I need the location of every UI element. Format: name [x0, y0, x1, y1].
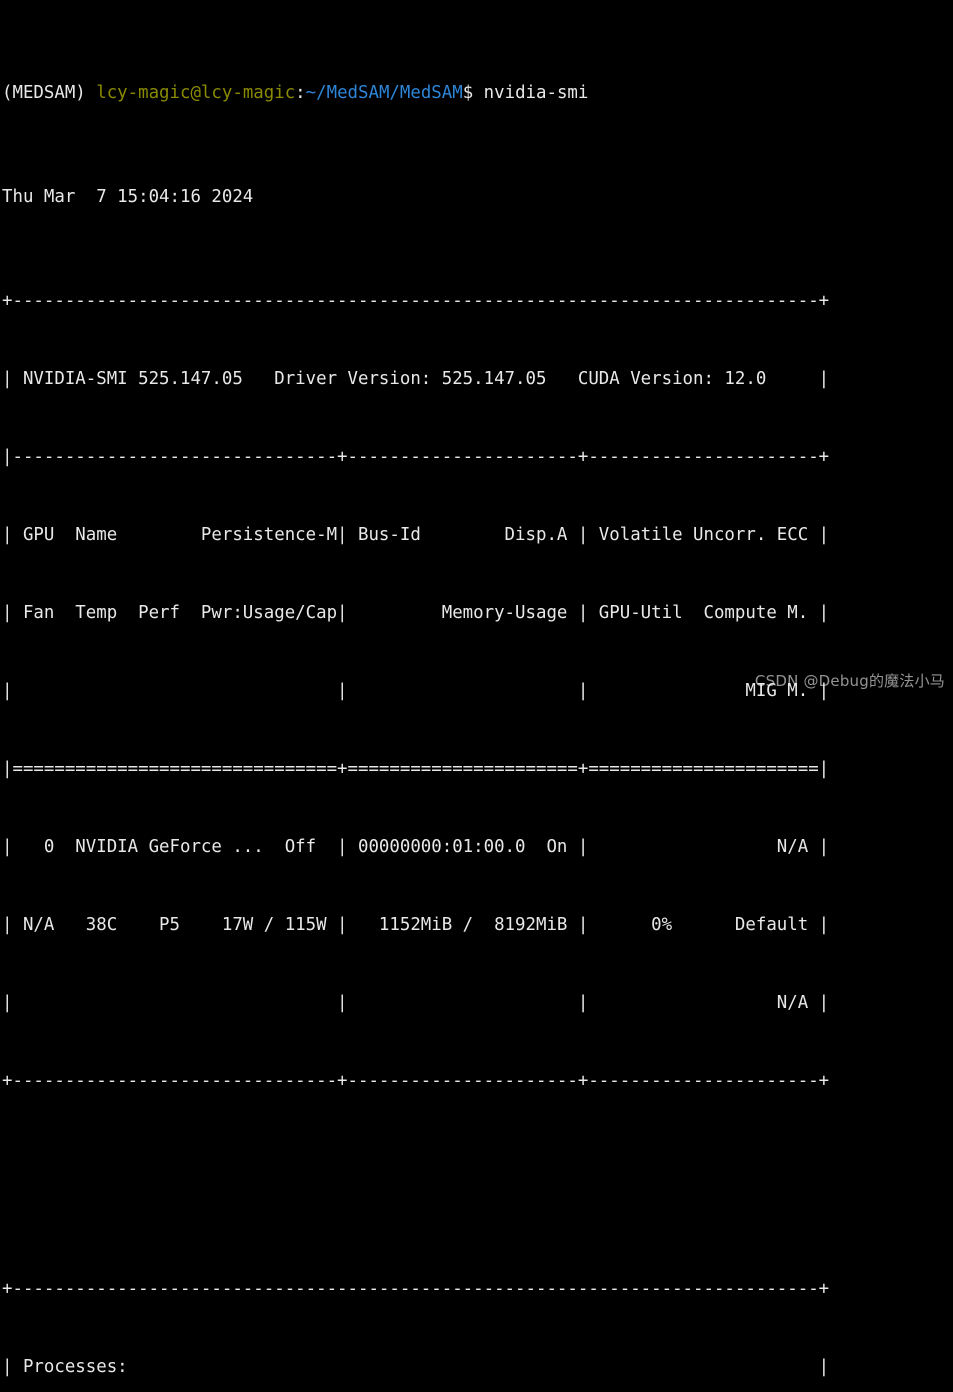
command-text: nvidia-smi	[483, 83, 589, 103]
processes-table-top-border: +---------------------------------------…	[2, 1279, 830, 1299]
prompt-colon: :	[295, 83, 306, 103]
prompt-path: ~/MedSAM/MedSAM	[305, 83, 463, 103]
gpu-row-line-1: | 0 NVIDIA GeForce ... Off | 00000000:01…	[2, 837, 830, 857]
processes-title-line: | Processes: |	[2, 1357, 830, 1377]
gpu-row-line-2: | N/A 38C P5 17W / 115W | 1152MiB / 8192…	[2, 915, 830, 935]
prompt-user-host: lcy-magic@lcy-magic	[96, 83, 296, 103]
smi-version-line: | NVIDIA-SMI 525.147.05 Driver Version: …	[2, 369, 830, 389]
prompt-line: (MEDSAM) lcy-magic@lcy-magic:~/MedSAM/Me…	[2, 80, 953, 106]
gpu-header-row-1: | GPU Name Persistence-M| Bus-Id Disp.A …	[2, 525, 830, 545]
gpu-header-row-3: | | | MIG M. |	[2, 681, 830, 701]
terminal-window[interactable]: (MEDSAM) lcy-magic@lcy-magic:~/MedSAM/Me…	[0, 0, 953, 1377]
prompt-env: (MEDSAM)	[2, 83, 97, 103]
timestamp-line: Thu Mar 7 15:04:16 2024	[2, 187, 254, 207]
smi-table-top-border: +---------------------------------------…	[2, 291, 830, 311]
smi-divider-1: |-------------------------------+-------…	[2, 447, 830, 467]
smi-table-bottom-border: +-------------------------------+-------…	[2, 1071, 830, 1091]
prompt-dollar: $	[462, 83, 484, 103]
gpu-header-row-2: | Fan Temp Perf Pwr:Usage/Cap| Memory-Us…	[2, 603, 830, 623]
gpu-header-separator: |===============================+=======…	[2, 759, 830, 779]
gpu-row-line-3: | | | N/A |	[2, 993, 830, 1013]
